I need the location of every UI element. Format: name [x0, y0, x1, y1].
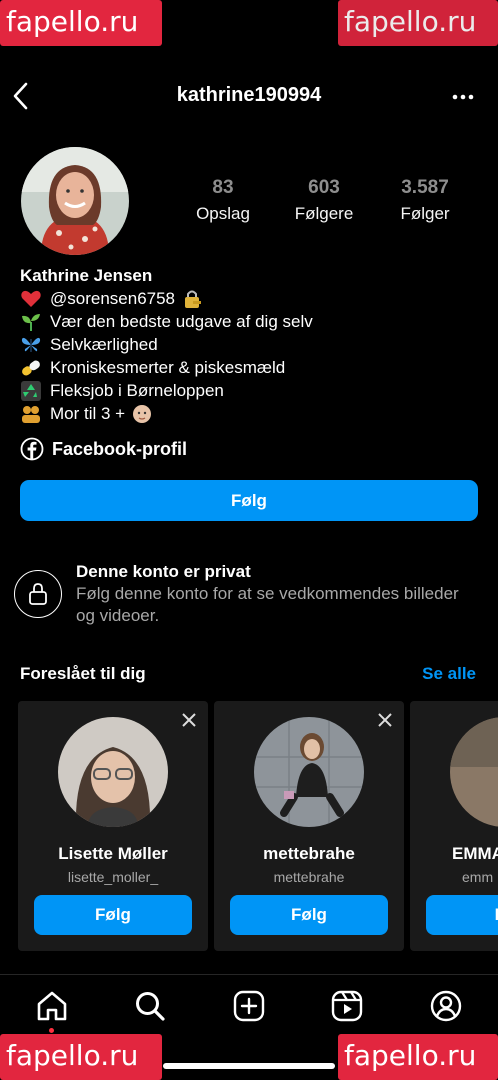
lock-key-icon	[185, 290, 202, 308]
profile-avatar[interactable]	[21, 147, 129, 255]
heart-icon	[21, 290, 41, 307]
suggestion-follow-button[interactable]: Følg	[230, 895, 388, 935]
suggestion-name: Lisette Møller	[58, 844, 168, 863]
facebook-profile-label: Facebook-profil	[52, 438, 188, 459]
suggestion-username: lisette_moller_	[67, 869, 159, 885]
dismiss-icon[interactable]	[182, 713, 196, 727]
suggestion-username: emm	[462, 869, 494, 885]
suggestions-heading: Foreslået til dig	[20, 664, 146, 683]
bio-line: Kroniskesmerter & piskesmæld	[20, 356, 480, 379]
suggestion-name: EMMA	[452, 844, 498, 863]
add-post-icon	[233, 990, 265, 1022]
recycle-icon	[21, 380, 41, 401]
pill-icon	[22, 360, 40, 375]
tab-reels[interactable]	[330, 989, 364, 1023]
posts-stat[interactable]: 83 Opslag	[173, 177, 273, 224]
suggestion-username: mettebrahe	[273, 869, 345, 885]
suggestion-name: mettebrahe	[263, 844, 355, 863]
bio-line: Fleksjob i Børneloppen	[20, 379, 480, 402]
suggestion-avatar[interactable]	[58, 717, 168, 827]
watermark-bottom-left: fapello.ru	[0, 1034, 162, 1080]
bio-text: Kroniskesmerter & piskesmæld	[50, 358, 286, 377]
bio-line: Selvkærlighed	[20, 333, 480, 356]
following-count: 3.587	[401, 177, 449, 198]
tab-profile[interactable]	[429, 989, 463, 1023]
baby-icon	[133, 404, 152, 423]
followers-count: 603	[308, 177, 340, 198]
bio-line: @sorensen6758	[20, 287, 480, 310]
bio-text: Selvkærlighed	[50, 335, 158, 354]
followers-label: Følgere	[294, 204, 354, 223]
suggestion-card[interactable]: Lisette Møller lisette_moller_ Følg	[18, 701, 208, 951]
suggestion-follow-button[interactable]: Fø	[426, 895, 498, 935]
suggestion-avatar[interactable]	[254, 717, 364, 827]
followers-stat[interactable]: 603 Følgere	[274, 177, 374, 224]
lock-icon	[29, 583, 47, 605]
bottom-tab-bar	[0, 974, 498, 1038]
following-label: Følger	[400, 204, 450, 223]
profile-username-title: kathrine190994	[176, 84, 322, 106]
profile-icon	[430, 990, 462, 1022]
profile-stats: 83 Opslag 603 Følgere 3.587 Følger	[170, 177, 480, 229]
tab-search[interactable]	[133, 989, 167, 1023]
bio-text: Vær den bedste udgave af dig selv	[50, 312, 313, 331]
suggestions-carousel[interactable]: Lisette Møller lisette_moller_ Følg mett…	[18, 701, 498, 951]
search-icon	[136, 992, 165, 1021]
suggestion-avatar[interactable]	[450, 717, 498, 827]
private-title: Denne konto er privat	[76, 562, 251, 581]
more-options-icon[interactable]	[452, 88, 474, 106]
home-indicator	[163, 1063, 335, 1069]
top-bar: kathrine190994	[0, 72, 498, 122]
watermark-bottom-right: fapello.ru	[338, 1034, 498, 1080]
dismiss-icon[interactable]	[378, 713, 392, 727]
bio-line: Mor til 3 +	[20, 402, 480, 425]
facebook-profile-link[interactable]: Facebook-profil	[20, 437, 187, 461]
follow-button[interactable]: Følg	[20, 480, 478, 521]
lock-circle	[14, 570, 62, 618]
bio-line: Vær den bedste udgave af dig selv	[20, 310, 480, 333]
suggestion-follow-button[interactable]: Følg	[34, 895, 192, 935]
watermark-top-right: fapello.ru	[338, 0, 498, 46]
private-description: Følg denne konto for at se vedkommendes …	[76, 584, 459, 625]
seedling-icon	[22, 313, 40, 331]
bio-mention[interactable]: @sorensen6758	[50, 287, 175, 310]
watermark-top-left: fapello.ru	[0, 0, 162, 46]
private-account-notice: Denne konto er privat Følg denne konto f…	[14, 559, 484, 629]
family-icon	[22, 405, 40, 423]
see-all-link[interactable]: Se alle	[422, 664, 476, 684]
profile-full-name: Kathrine Jensen	[20, 266, 153, 285]
home-notification-dot	[49, 1028, 54, 1033]
reels-icon	[331, 990, 363, 1022]
posts-label: Opslag	[196, 204, 250, 223]
following-stat[interactable]: 3.587 Følger	[375, 177, 475, 224]
facebook-icon	[20, 437, 44, 461]
tab-create[interactable]	[232, 989, 266, 1023]
profile-bio: Kathrine Jensen @sorensen6758 Vær den be…	[20, 264, 480, 425]
bio-text: Mor til 3 +	[50, 404, 126, 423]
suggestion-card[interactable]: mettebrahe mettebrahe Følg	[214, 701, 404, 951]
suggestion-card[interactable]: EMMA emm Fø	[410, 701, 498, 951]
home-icon	[37, 991, 67, 1021]
tab-home[interactable]	[35, 989, 69, 1023]
butterfly-icon	[21, 337, 41, 352]
bio-text: Fleksjob i Børneloppen	[50, 381, 224, 400]
posts-count: 83	[212, 177, 234, 198]
